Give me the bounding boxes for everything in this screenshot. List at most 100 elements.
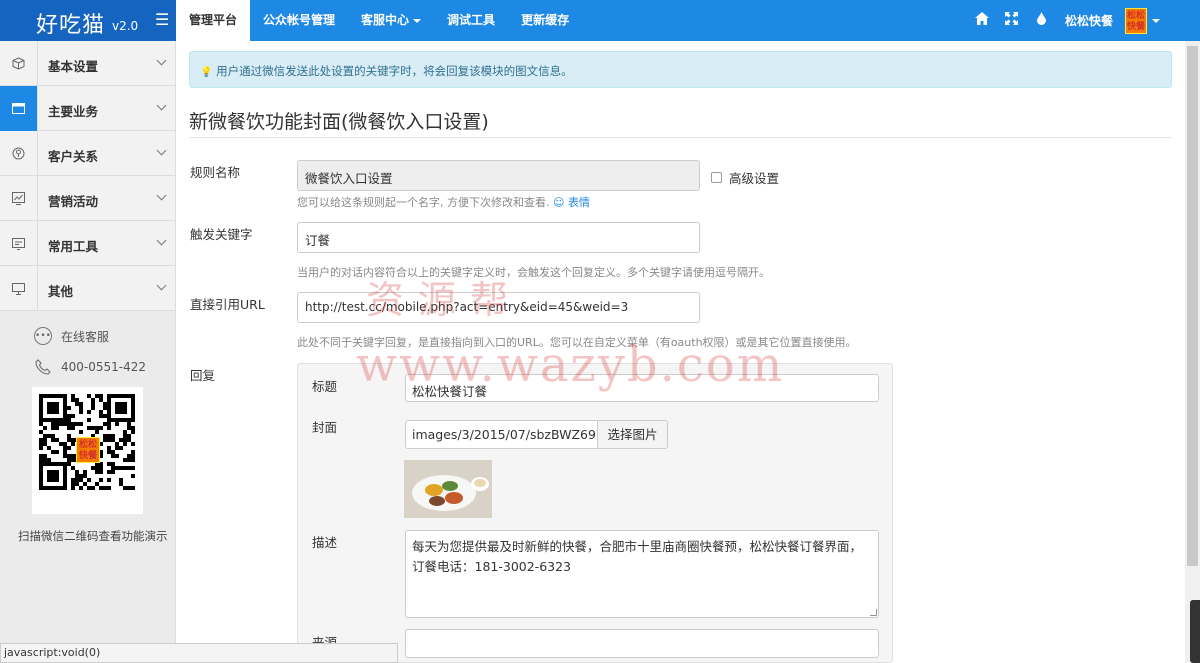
chevron-down-icon — [156, 100, 167, 111]
tools-icon — [0, 221, 38, 266]
window-icon — [0, 86, 38, 131]
chevron-down-icon — [156, 280, 167, 291]
info-alert: 💡 用户通过微信发送此处设置的关键字时，将会回复该模块的图文信息。 — [189, 51, 1172, 88]
description-text: 每天为您提供最及时新鲜的快餐，合肥市十里庙商圈快餐预，松松快餐订餐界面，订餐电话… — [412, 539, 863, 574]
nav-item-admin[interactable]: 管理平台 — [176, 0, 251, 41]
monitor-icon — [0, 266, 38, 311]
brand-name: 好吃猫 — [36, 13, 106, 38]
sidebar-item-customer-relations[interactable]: 客户关系 — [0, 131, 175, 176]
sidebar-item-label: 基本设置 — [48, 59, 99, 74]
emoji-link[interactable]: ☺ 表情 — [553, 196, 590, 209]
checkbox-box[interactable] — [711, 172, 722, 183]
sidebar-item-other[interactable]: 其他 — [0, 266, 175, 311]
sidebar-item-label: 主要业务 — [48, 104, 99, 119]
advanced-settings-label: 高级设置 — [729, 171, 780, 186]
cover-path-input[interactable]: images/3/2015/07/sbzBWZ69BB — [405, 420, 598, 449]
nav-item-label: 客服中心 — [361, 13, 410, 27]
chevron-down-icon[interactable] — [1152, 18, 1160, 23]
chevron-down-icon — [156, 145, 167, 156]
url-label: 直接引用URL — [190, 297, 265, 312]
main-content: 💡 用户通过微信发送此处设置的关键字时，将会回复该模块的图文信息。 新微餐饮功能… — [176, 41, 1185, 663]
rule-name-help: 您可以给这条规则起一个名字, 方便下次修改和查看. ☺ 表情 — [297, 194, 590, 210]
divider — [189, 137, 1172, 138]
avatar-line1: 松松 — [1126, 10, 1145, 21]
fullscreen-icon[interactable] — [997, 12, 1027, 29]
sidebar: 基本设置 主要业务 客户关系 营销活动 常用工具 其他 ••• 在线客服 400… — [0, 41, 176, 663]
online-service-link[interactable]: ••• 在线客服 — [34, 327, 109, 345]
rule-name-input[interactable]: 微餐饮入口设置 — [297, 160, 700, 191]
top-right-tools: 松松快餐 松松 快餐 — [967, 0, 1160, 41]
alert-text: 用户通过微信发送此处设置的关键字时，将会回复该模块的图文信息。 — [216, 64, 573, 78]
wechat-qr-code: 松松 快餐 — [32, 387, 143, 514]
cube-icon — [0, 41, 38, 86]
source-input[interactable] — [405, 629, 879, 658]
sidebar-item-label: 其他 — [48, 284, 74, 299]
home-icon[interactable] — [967, 12, 997, 29]
nav-item-accounts[interactable]: 公众帐号管理 — [250, 0, 348, 41]
rule-help-text: 您可以给这条规则起一个名字, 方便下次修改和查看. — [297, 196, 550, 209]
chevron-down-icon — [156, 190, 167, 201]
scrollbar-thumb[interactable] — [1187, 46, 1198, 566]
advanced-settings-checkbox[interactable]: 高级设置 — [711, 168, 779, 187]
qr-caption: 扫描微信二维码查看功能演示 — [18, 529, 168, 543]
sidebar-item-label: 客户关系 — [48, 149, 99, 164]
phone-icon — [34, 358, 52, 376]
target-icon — [0, 131, 38, 176]
page-scrollbar[interactable] — [1185, 41, 1200, 663]
select-image-button[interactable]: 选择图片 — [597, 420, 668, 449]
brand[interactable]: 好吃猫 v2.0 ☰ — [0, 0, 176, 41]
nav-item-label: 更新缓存 — [521, 13, 570, 27]
brand-version: v2.0 — [112, 19, 139, 33]
sidebar-item-marketing[interactable]: 营销活动 — [0, 176, 175, 221]
main-nav: 管理平台 公众帐号管理 客服中心 调试工具 更新缓存 — [176, 0, 582, 41]
lightbulb-icon: 💡 — [200, 67, 213, 78]
theme-drop-icon[interactable] — [1027, 12, 1057, 29]
reply-panel: 标题 松松快餐订餐 封面 images/3/2015/07/sbzBWZ69BB… — [297, 363, 893, 663]
sidebar-item-basic-settings[interactable]: 基本设置 — [0, 41, 175, 86]
browser-status-bar: javascript:void(0) — [0, 643, 398, 663]
resize-handle-icon[interactable] — [870, 609, 877, 616]
phone-label: 400-0551-422 — [61, 360, 147, 374]
url-input[interactable]: http://test.cc/mobile.php?act=entry&eid=… — [297, 292, 700, 323]
sidebar-item-tools[interactable]: 常用工具 — [0, 221, 175, 266]
rule-name-label: 规则名称 — [190, 165, 241, 180]
nav-item-update-cache[interactable]: 更新缓存 — [508, 0, 582, 41]
floating-widget[interactable] — [1190, 600, 1200, 663]
emoji-link-label: 表情 — [567, 196, 590, 209]
emoji-face-icon: ☺ — [553, 196, 565, 209]
online-service-label: 在线客服 — [61, 329, 110, 344]
chart-icon — [0, 176, 38, 221]
phone-number: 400-0551-422 — [34, 358, 146, 376]
cover-thumbnail-image — [404, 460, 492, 518]
keyword-input[interactable]: 订餐 — [297, 222, 700, 253]
reply-label: 回复 — [190, 368, 216, 383]
description-textarea[interactable]: 每天为您提供最及时新鲜的快餐，合肥市十里庙商圈快餐预，松松快餐订餐界面，订餐电话… — [405, 530, 879, 618]
reply-title-label: 标题 — [312, 379, 338, 394]
nav-item-service-center[interactable]: 客服中心 — [348, 0, 434, 41]
chat-bubble-icon: ••• — [34, 327, 52, 345]
menu-toggle-icon[interactable]: ☰ — [155, 10, 169, 29]
top-navbar: 好吃猫 v2.0 ☰ 管理平台 公众帐号管理 客服中心 调试工具 更新缓存 松松… — [0, 0, 1200, 41]
keyword-help: 当用户的对话内容符合以上的关键字定义时，会触发这个回复定义。多个关键字请使用逗号… — [297, 266, 770, 279]
nav-item-label: 调试工具 — [447, 13, 496, 27]
reply-desc-label: 描述 — [312, 535, 338, 550]
page-title: 新微餐饮功能封面(微餐饮入口设置) — [189, 111, 489, 133]
chevron-down-icon — [156, 235, 167, 246]
nav-item-debug-tools[interactable]: 调试工具 — [434, 0, 508, 41]
qr-center-logo: 松松 快餐 — [76, 437, 100, 463]
qr-logo-line1: 松松 — [78, 440, 97, 450]
nav-item-label: 管理平台 — [189, 13, 238, 27]
user-name[interactable]: 松松快餐 — [1065, 12, 1113, 29]
reply-title-input[interactable]: 松松快餐订餐 — [405, 374, 879, 402]
reply-cover-label: 封面 — [312, 420, 338, 435]
sidebar-item-label: 营销活动 — [48, 194, 99, 209]
sidebar-item-label: 常用工具 — [48, 239, 99, 254]
nav-item-label: 公众帐号管理 — [263, 13, 336, 27]
avatar-line2: 快餐 — [1126, 21, 1145, 32]
chevron-down-icon — [156, 55, 167, 66]
sidebar-item-main-business[interactable]: 主要业务 — [0, 86, 175, 131]
url-help: 此处不同于关键字回复，是直接指向到入口的URL。您可以在自定义菜单（有oauth… — [297, 336, 857, 349]
chevron-down-icon — [413, 18, 422, 23]
user-avatar[interactable]: 松松 快餐 — [1125, 7, 1147, 34]
keyword-label: 触发关键字 — [190, 227, 253, 242]
